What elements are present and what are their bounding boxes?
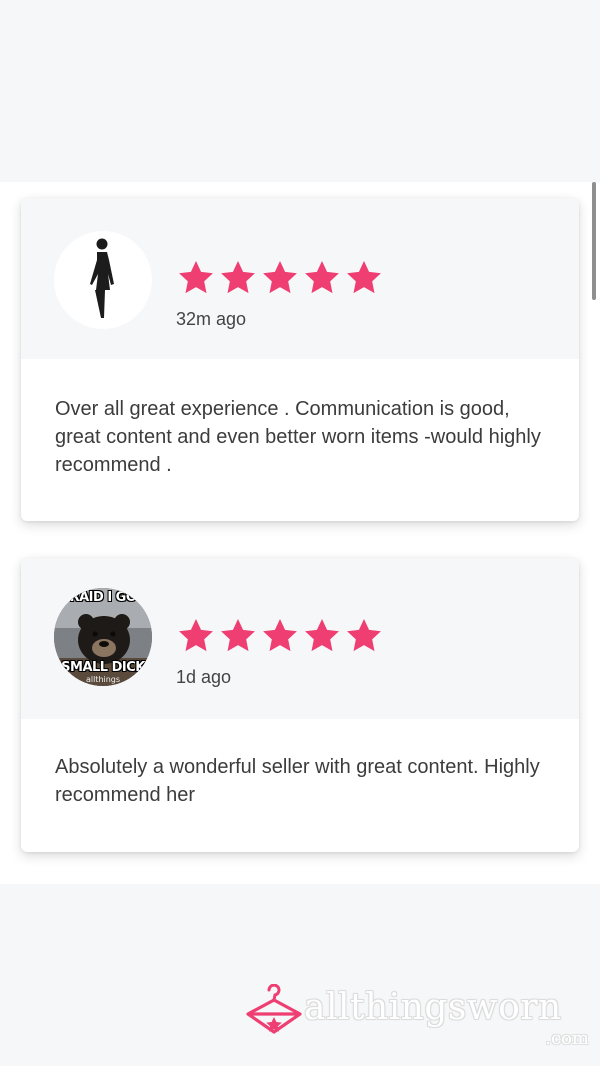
review-header: RAID I GO SMALL DICK allthings 1d ago (21, 558, 579, 719)
brand-name: allthingsworn (304, 987, 562, 1028)
star-icon (260, 258, 300, 298)
review-text: Absolutely a wonderful seller with great… (55, 756, 540, 806)
brand-watermark: allthingsworn .com (244, 984, 589, 1054)
review-header: 32m ago (21, 198, 579, 359)
page-header-space (0, 0, 600, 182)
reviewer-avatar[interactable] (54, 231, 152, 329)
hanger-logo-icon (246, 984, 302, 1034)
star-icon (218, 616, 258, 656)
avatar-caption-top: RAID I GO (69, 590, 137, 605)
review-timestamp: 1d ago (176, 667, 232, 687)
star-icon (344, 616, 384, 656)
review-card: RAID I GO SMALL DICK allthings 1d ago Ab… (21, 558, 579, 852)
rating-stars (176, 258, 384, 298)
star-icon (302, 258, 342, 298)
review-card: 32m ago Over all great experience . Comm… (21, 198, 579, 521)
star-icon (176, 258, 216, 298)
reviewer-avatar[interactable]: RAID I GO SMALL DICK allthings (54, 588, 152, 686)
brand-suffix: .com (545, 1028, 589, 1049)
avatar-watermark: allthings (85, 675, 121, 684)
star-icon (218, 258, 258, 298)
rating-stars (176, 616, 384, 656)
female-figure-icon (90, 238, 114, 318)
review-text: Over all great experience . Communicatio… (55, 398, 541, 476)
star-icon (176, 616, 216, 656)
avatar-caption-bottom: SMALL DICK (61, 660, 145, 675)
star-icon (344, 258, 384, 298)
star-icon (302, 616, 342, 656)
star-icon (260, 616, 300, 656)
review-timestamp: 32m ago (176, 309, 247, 329)
scrollbar[interactable] (592, 182, 596, 300)
